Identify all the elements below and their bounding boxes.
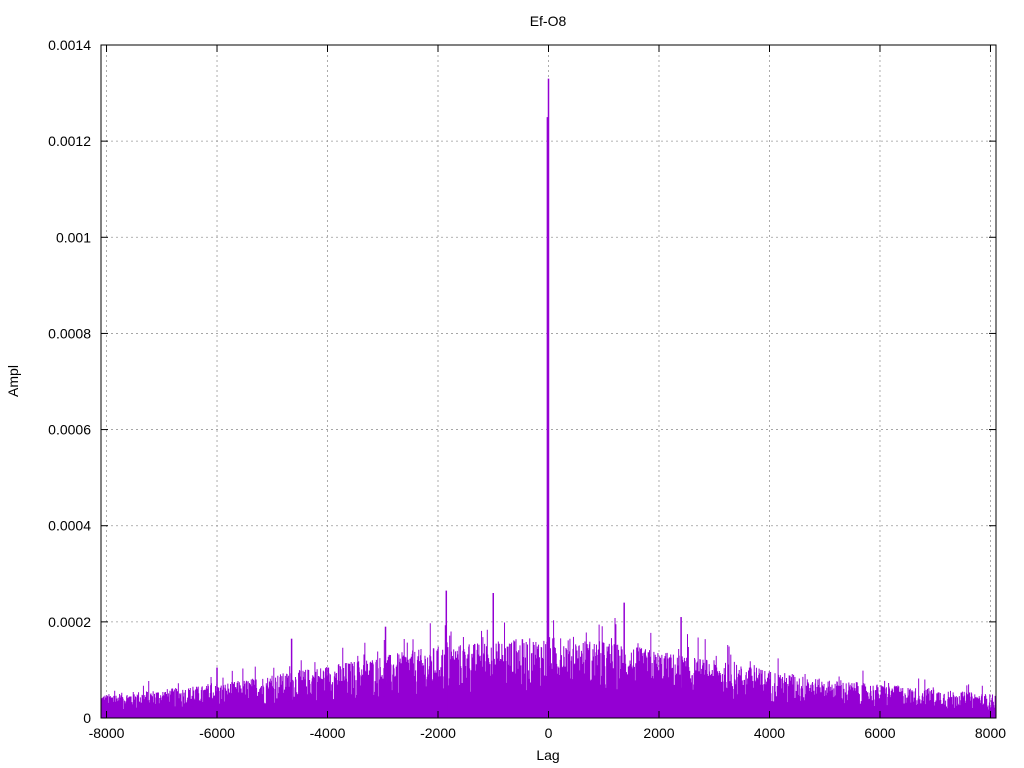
y-tick-label: 0.0014 bbox=[48, 37, 91, 53]
x-tick-label: -8000 bbox=[89, 725, 125, 741]
chart: Ef-O8 -8000 -6000 -4000 -2000 0 2000 4000 6000 8… bbox=[5, 13, 1006, 763]
axis-ticks: -8000 -6000 -4000 -2000 0 2000 4000 6000 8000 0 0.… bbox=[48, 37, 1006, 741]
x-tick-label: 4000 bbox=[754, 725, 785, 741]
chart-title: Ef-O8 bbox=[530, 13, 567, 29]
y-tick-label: 0.001 bbox=[56, 229, 91, 245]
x-tick-label: -4000 bbox=[310, 725, 346, 741]
x-axis-label: Lag bbox=[536, 747, 559, 763]
x-tick-label: -6000 bbox=[199, 725, 235, 741]
y-tick-label: 0.0008 bbox=[48, 325, 91, 341]
x-tick-label: -2000 bbox=[420, 725, 456, 741]
x-tick-label: 0 bbox=[545, 725, 553, 741]
y-axis-label: Ampl bbox=[5, 365, 21, 397]
y-tick-label: 0.0002 bbox=[48, 614, 91, 630]
y-tick-label: 0.0004 bbox=[48, 518, 91, 534]
x-tick-label: 2000 bbox=[643, 725, 674, 741]
y-tick-label: 0.0006 bbox=[48, 422, 91, 438]
y-tick-label: 0 bbox=[83, 710, 91, 726]
x-tick-label: 6000 bbox=[864, 725, 895, 741]
y-tick-label: 0.0012 bbox=[48, 133, 91, 149]
x-tick-label: 8000 bbox=[975, 725, 1006, 741]
